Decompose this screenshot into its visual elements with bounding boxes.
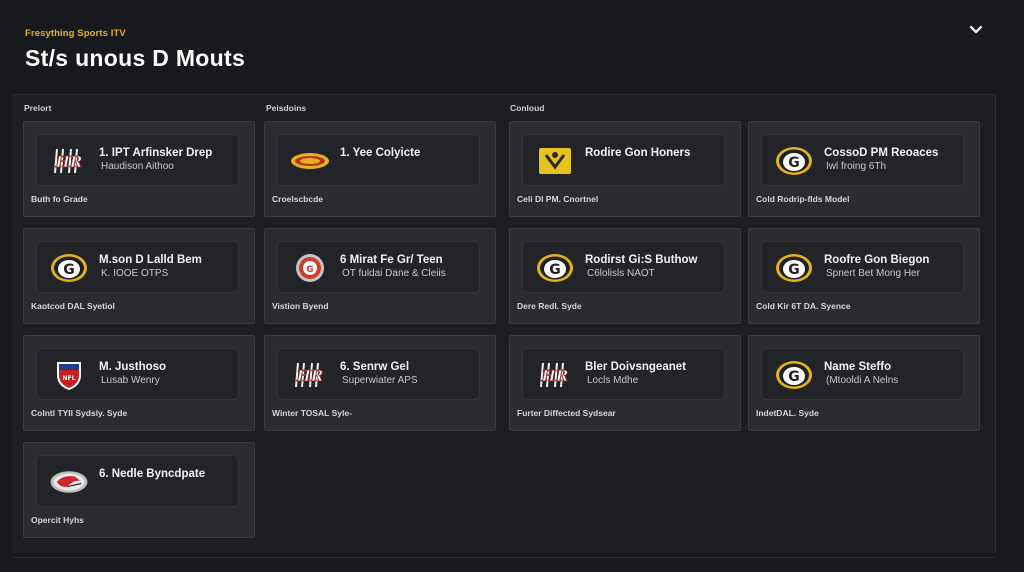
team-card[interactable]: HR 1. IPT Arfinsker Drep Haudison Aithoo Bu…	[23, 121, 255, 217]
svg-text:NFL: NFL	[63, 375, 76, 382]
page-header: Fresything Sports ITV St/s unous D Mouts	[25, 28, 245, 72]
team-card[interactable]: G 6 Mirat Fe Gr/ Teen OT fuldai Dane & Cle…	[264, 228, 496, 324]
shield-logo-icon: NFL	[49, 359, 89, 391]
g-logo-icon: G	[774, 145, 814, 177]
card-footer: Dere Redl. Syde	[517, 301, 582, 311]
card-subtitle: (Mtooldi A Nelns	[826, 375, 899, 386]
svg-text:G: G	[63, 262, 75, 278]
svg-text:G: G	[549, 262, 561, 278]
card-header: G Name Steffo (Mtooldi A Nelns	[761, 348, 964, 400]
card-title: Rodirst Gi:S Buthow	[585, 254, 698, 266]
card-footer: Furter Diffected Sydsear	[517, 408, 616, 418]
card-subtitle: Locls Mdhe	[587, 375, 639, 386]
card-header: NFL M. Justhoso Lusab Wenry	[36, 348, 239, 400]
page-title: St/s unous D Mouts	[25, 45, 246, 71]
svg-text:G: G	[788, 262, 800, 278]
card-title: 6. Nedle Byncdpate	[99, 468, 206, 480]
brand-label: Fresything Sports ITV	[25, 28, 126, 39]
card-footer: Opercit Hyhs	[31, 515, 84, 525]
team-card[interactable]: Rodire Gon Honers Celi Dl PM. Cnortnel	[509, 121, 741, 217]
card-title: 6 Mirat Fe Gr/ Teen	[340, 254, 443, 266]
yellow-oval-logo-icon	[290, 145, 330, 177]
card-header: G Roofre Gon Biegon Spnert Bet Mong Her	[761, 241, 964, 293]
card-subtitle: C6lolisls NAOT	[587, 268, 655, 279]
card-title: M.son D Lalld Bem	[99, 254, 202, 266]
svg-text:HR: HR	[296, 367, 324, 385]
content-panel: Prelort Peisdoins Conloud HR 1. IPT Arfin…	[12, 94, 996, 553]
svg-text:G: G	[788, 155, 800, 171]
team-card[interactable]: 1. Yee Colyicte Croelscbcde	[264, 121, 496, 217]
card-title: Rodire Gon Honers	[585, 147, 691, 159]
card-header: HR Bler Doivsngeanet Locls Mdhe	[522, 348, 725, 400]
g-logo-icon: G	[49, 252, 89, 284]
svg-text:HR: HR	[55, 153, 83, 171]
bottom-divider	[12, 557, 995, 558]
column-header-1: Prelort	[24, 103, 52, 113]
g-logo-icon: G	[535, 252, 575, 284]
card-footer: Kaotcod DAL Syetiol	[31, 301, 115, 311]
card-title: Name Steffo	[824, 361, 892, 373]
card-header: G CossoD PM Reoaces Iwl froing 6Th	[761, 134, 964, 186]
card-header: HR 6. Senrw Gel Superwiater APS	[277, 348, 480, 400]
card-header: HR 1. IPT Arfinsker Drep Haudison Aithoo	[36, 134, 239, 186]
column-header-2: Peisdoins	[266, 103, 307, 113]
g-logo-icon: G	[774, 359, 814, 391]
card-subtitle: Spnert Bet Mong Her	[826, 268, 920, 279]
chevron-down-icon[interactable]	[966, 20, 986, 40]
team-card[interactable]: G Name Steffo (Mtooldi A Nelns IndetDAL. Sy…	[748, 335, 980, 431]
card-title: CossoD PM Reoaces	[824, 147, 939, 159]
red-circle-logo-icon: G	[290, 252, 330, 284]
card-title: 1. IPT Arfinsker Drep	[99, 147, 213, 159]
hr-logo-icon: HR	[535, 359, 575, 391]
card-title: Bler Doivsngeanet	[585, 361, 686, 373]
card-header: 6. Nedle Byncdpate	[36, 455, 239, 507]
card-header: Rodire Gon Honers	[522, 134, 725, 186]
g-logo-icon: G	[774, 252, 814, 284]
card-footer: Winter TOSAL Syle-	[272, 408, 352, 418]
svg-text:HR: HR	[541, 367, 569, 385]
team-card[interactable]: G Rodirst Gi:S Buthow C6lolisls NAOT Dere R…	[509, 228, 741, 324]
card-subtitle: Lusab Wenry	[101, 375, 160, 386]
yellow-box-logo-icon	[535, 145, 575, 177]
team-card[interactable]: HR 6. Senrw Gel Superwiater APS Winter TOSA…	[264, 335, 496, 431]
card-header: G 6 Mirat Fe Gr/ Teen OT fuldai Dane & Cle…	[277, 241, 480, 293]
team-card[interactable]: HR Bler Doivsngeanet Locls Mdhe Furter Diff…	[509, 335, 741, 431]
card-header: G M.son D Lalld Bem K. IOOE OTPS	[36, 241, 239, 293]
card-title: 1. Yee Colyicte	[340, 147, 421, 159]
card-header: 1. Yee Colyicte	[277, 134, 480, 186]
team-card[interactable]: G CossoD PM Reoaces Iwl froing 6Th Cold Rod…	[748, 121, 980, 217]
card-title: M. Justhoso	[99, 361, 167, 373]
column-header-3: Conloud	[510, 103, 545, 113]
card-header: G Rodirst Gi:S Buthow C6lolisls NAOT	[522, 241, 725, 293]
team-card[interactable]: 6. Nedle Byncdpate Opercit Hyhs	[23, 442, 255, 538]
card-title: 6. Senrw Gel	[340, 361, 410, 373]
card-footer: Croelscbcde	[272, 194, 324, 204]
svg-text:G: G	[788, 369, 800, 385]
card-subtitle: Superwiater APS	[342, 375, 418, 386]
card-footer: Colntl TYII Sydsly. Syde	[31, 408, 128, 418]
card-subtitle: Iwl froing 6Th	[826, 161, 887, 172]
red-helmet-logo-icon	[49, 466, 89, 498]
card-footer: Cold Rodrip-flds Model	[756, 194, 850, 204]
team-card[interactable]: G Roofre Gon Biegon Spnert Bet Mong Her Col…	[748, 228, 980, 324]
card-subtitle: Haudison Aithoo	[101, 161, 174, 172]
team-card[interactable]: NFL M. Justhoso Lusab Wenry Colntl TYII Syd…	[23, 335, 255, 431]
team-card[interactable]: G M.son D Lalld Bem K. IOOE OTPS Kaotcod DA…	[23, 228, 255, 324]
card-footer: IndetDAL. Syde	[756, 408, 819, 418]
svg-text:G: G	[306, 265, 313, 275]
card-footer: Buth fo Grade	[31, 194, 88, 204]
card-footer: Vistion Byend	[272, 301, 329, 311]
card-footer: Cold Kir 6T DA. Syence	[756, 301, 851, 311]
card-footer: Celi Dl PM. Cnortnel	[517, 194, 599, 204]
card-subtitle: OT fuldai Dane & Cleiis	[342, 268, 446, 279]
card-title: Roofre Gon Biegon	[824, 254, 930, 266]
hr-logo-icon: HR	[290, 359, 330, 391]
hr-logo-icon: HR	[49, 145, 89, 177]
card-subtitle: K. IOOE OTPS	[101, 268, 169, 279]
